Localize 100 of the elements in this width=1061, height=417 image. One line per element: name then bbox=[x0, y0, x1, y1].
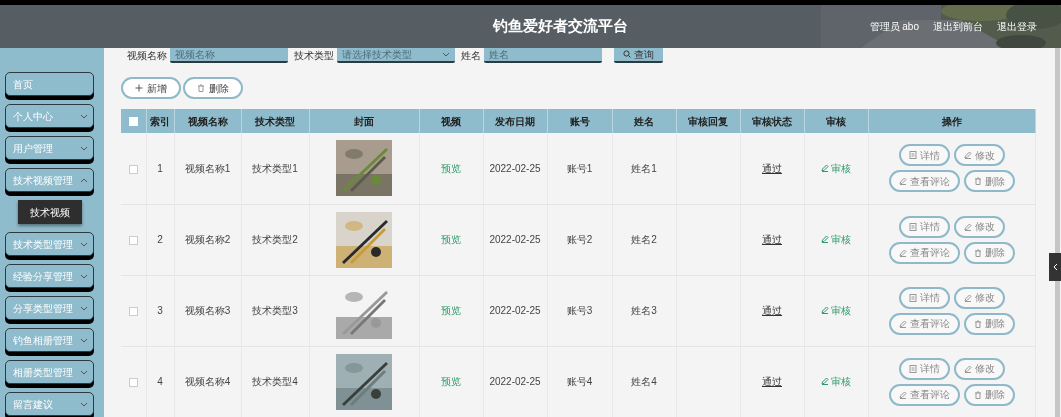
table-cell: 4 bbox=[146, 346, 174, 417]
trash-icon bbox=[973, 319, 982, 328]
preview-link[interactable]: 预览 bbox=[441, 305, 461, 316]
comments-button[interactable]: 查看评论 bbox=[888, 241, 960, 264]
checkbox[interactable] bbox=[128, 377, 138, 387]
pencil-icon bbox=[963, 151, 972, 160]
edit-button[interactable]: 修改 bbox=[953, 144, 1005, 167]
chevron-down-icon bbox=[80, 145, 88, 151]
status-text: 通过 bbox=[762, 305, 782, 316]
scrollbar[interactable] bbox=[1055, 48, 1060, 417]
chevron-left-icon bbox=[1052, 263, 1058, 271]
table-cell: 姓名2 bbox=[612, 204, 676, 275]
collapse-handle[interactable] bbox=[1049, 253, 1061, 281]
checkbox[interactable] bbox=[128, 117, 138, 127]
table-cell: 视频名称2 bbox=[174, 204, 241, 275]
column-header: 姓名 bbox=[612, 109, 676, 133]
comments-button[interactable]: 查看评论 bbox=[888, 383, 960, 406]
delete-button[interactable]: 删除 bbox=[963, 170, 1015, 193]
pencil-icon bbox=[821, 377, 829, 386]
preview-link[interactable]: 预览 bbox=[441, 162, 461, 174]
column-header: 索引 bbox=[146, 109, 174, 133]
status-text: 通过 bbox=[762, 234, 782, 245]
edit-button[interactable]: 修改 bbox=[953, 215, 1005, 238]
delete-button[interactable]: 删除 bbox=[963, 312, 1015, 335]
header-link[interactable]: 退出到前台 bbox=[933, 19, 983, 34]
pencil-icon bbox=[821, 306, 829, 315]
chevron-down-icon bbox=[80, 337, 88, 343]
details-button[interactable]: 详情 bbox=[898, 286, 950, 309]
delete-button[interactable]: 删除 bbox=[963, 383, 1015, 406]
column-header: 视频 bbox=[419, 109, 483, 133]
search-icon bbox=[623, 50, 631, 58]
app-title: 钓鱼爱好者交流平台 bbox=[493, 16, 628, 37]
pencil-icon bbox=[963, 222, 972, 231]
status-text: 通过 bbox=[762, 376, 782, 387]
table-cell: 姓名3 bbox=[612, 275, 676, 346]
details-button[interactable]: 详情 bbox=[898, 215, 950, 238]
sidebar-item[interactable]: 留言建议 bbox=[5, 392, 94, 416]
pencil-icon bbox=[963, 293, 972, 302]
table-cell: 2 bbox=[146, 204, 174, 275]
preview-link[interactable]: 预览 bbox=[441, 376, 461, 387]
table-cell: 姓名1 bbox=[612, 133, 676, 204]
delete-button[interactable]: 删除 bbox=[183, 77, 243, 99]
table-cell: 账号3 bbox=[547, 275, 612, 346]
checkbox[interactable] bbox=[128, 306, 138, 316]
comments-button[interactable]: 查看评论 bbox=[888, 170, 960, 193]
details-button[interactable]: 详情 bbox=[898, 357, 950, 380]
document-icon bbox=[908, 222, 917, 231]
document-icon bbox=[908, 293, 917, 302]
edit-button[interactable]: 修改 bbox=[953, 357, 1005, 380]
details-button[interactable]: 详情 bbox=[898, 144, 950, 167]
column-header: 账号 bbox=[547, 109, 612, 133]
table-cell: 技术类型2 bbox=[241, 204, 309, 275]
status-text: 通过 bbox=[762, 162, 782, 174]
table-cell: 视频名称4 bbox=[174, 346, 241, 417]
select-field[interactable]: 请选择技术类型 bbox=[337, 48, 455, 63]
trash-icon bbox=[197, 84, 205, 92]
table-cell: 账号2 bbox=[547, 204, 612, 275]
chevron-down-icon bbox=[80, 241, 88, 247]
column-header: 发布日期 bbox=[483, 109, 547, 133]
table-cell: 2022-02-25 bbox=[483, 275, 547, 346]
comments-button[interactable]: 查看评论 bbox=[888, 312, 960, 335]
pencil-icon bbox=[963, 364, 972, 373]
trash-icon bbox=[973, 177, 982, 186]
delete-button[interactable]: 删除 bbox=[963, 241, 1015, 264]
input-field[interactable]: 姓名 bbox=[484, 48, 602, 63]
table-cell: 技术类型1 bbox=[241, 133, 309, 204]
add-button[interactable]: 新增 bbox=[121, 77, 181, 99]
input-field[interactable]: 视频名称 bbox=[170, 48, 288, 63]
submenu-item[interactable]: 技术视频 bbox=[18, 200, 82, 224]
table-cell: 视频名称3 bbox=[174, 275, 241, 346]
table-cell: 视频名称1 bbox=[174, 133, 241, 204]
pencil-icon bbox=[821, 164, 829, 172]
pencil-icon bbox=[898, 177, 907, 186]
review-link[interactable]: 审核 bbox=[821, 231, 851, 247]
header-link[interactable]: 退出登录 bbox=[997, 19, 1037, 34]
checkbox[interactable] bbox=[128, 235, 138, 245]
table-cell: 技术类型3 bbox=[241, 275, 309, 346]
column-header: 审核状态 bbox=[740, 109, 804, 133]
pencil-icon bbox=[898, 248, 907, 257]
review-link[interactable]: 审核 bbox=[821, 302, 851, 318]
field-label: 技术类型 bbox=[294, 48, 334, 63]
edit-button[interactable]: 修改 bbox=[953, 286, 1005, 309]
chevron-down-icon bbox=[442, 51, 450, 57]
column-header: 技术类型 bbox=[241, 109, 309, 133]
pencil-icon bbox=[898, 390, 907, 399]
table-cell: 2022-02-25 bbox=[483, 133, 547, 204]
chevron-down-icon bbox=[80, 369, 88, 375]
search-button[interactable]: 查询 bbox=[614, 48, 663, 63]
review-link[interactable]: 审核 bbox=[821, 160, 851, 176]
field-label: 姓名 bbox=[461, 48, 481, 63]
checkbox[interactable] bbox=[128, 164, 138, 174]
preview-link[interactable]: 预览 bbox=[441, 234, 461, 245]
column-header: 审核 bbox=[804, 109, 868, 133]
pencil-icon bbox=[898, 319, 907, 328]
column-header: 审核回复 bbox=[676, 109, 740, 133]
pencil-icon bbox=[821, 235, 829, 244]
column-header: 封面 bbox=[309, 109, 419, 133]
table-cell: 3 bbox=[146, 275, 174, 346]
column-header: 操作 bbox=[868, 109, 1035, 133]
review-link[interactable]: 审核 bbox=[821, 373, 851, 389]
